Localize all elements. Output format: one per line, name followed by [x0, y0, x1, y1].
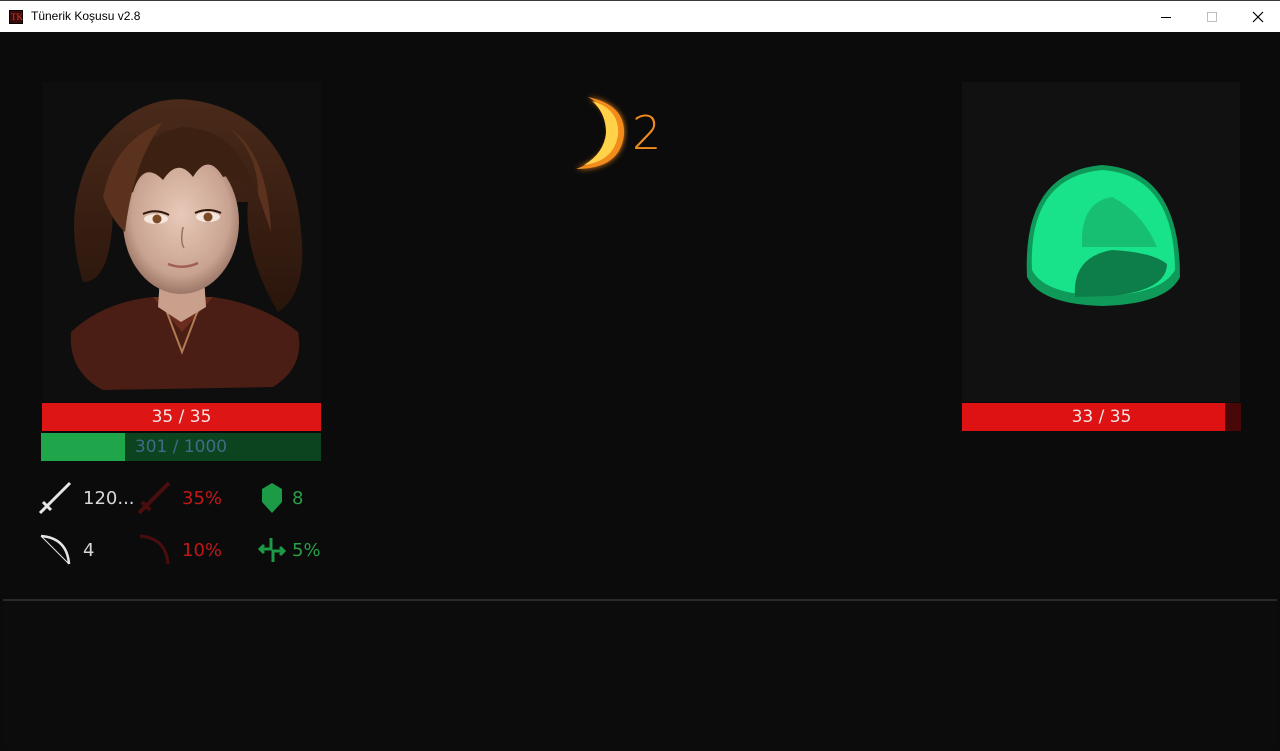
character-portrait-image: [70, 99, 303, 390]
stat-defense-value: 8: [292, 487, 304, 509]
game-area: 2 35 / 35 301 / 1000 33 / 35 120... 35% …: [3, 32, 1277, 750]
maximize-button[interactable]: [1189, 1, 1235, 32]
window-title: Tünerik Koşusu v2.8: [31, 9, 141, 23]
maximize-icon: [1207, 11, 1217, 22]
bow-icon: [37, 532, 73, 568]
minimize-button[interactable]: [1143, 1, 1189, 32]
stat-dodge: 5%: [254, 532, 321, 568]
player-health-bar: 35 / 35: [42, 403, 321, 431]
close-icon: [1252, 11, 1264, 22]
stat-dodge-value: 5%: [292, 539, 321, 561]
turn-indicator: 2: [568, 88, 661, 178]
red-sword-icon: [136, 480, 172, 516]
sword-icon: [37, 480, 73, 516]
stat-crit-chance: 35%: [136, 480, 222, 516]
player-portrait: [43, 82, 321, 402]
enemy-portrait: [962, 82, 1240, 402]
stat-attack: 120...: [37, 480, 135, 516]
stat-ranged-value: 4: [83, 539, 95, 561]
turn-count: 2: [632, 106, 662, 160]
stat-defense: 8: [254, 480, 303, 516]
player-experience-bar: 301 / 1000: [41, 433, 321, 461]
stat-crit-chance-value: 35%: [182, 487, 223, 509]
app-icon: TK: [9, 10, 23, 24]
dodge-arrows-icon: [254, 532, 290, 568]
stat-attack-value: 120...: [83, 487, 135, 509]
minimize-icon: [1161, 16, 1171, 18]
combat-log-panel: [3, 601, 1277, 750]
player-experience-text: 301 / 1000: [134, 437, 228, 457]
shield-icon: [254, 480, 290, 516]
stat-ranged-crit-value: 10%: [182, 539, 223, 561]
slime-enemy-image: [1026, 165, 1180, 306]
close-button[interactable]: [1235, 1, 1280, 32]
window-titlebar: TK Tünerik Koşusu v2.8: [0, 0, 1280, 32]
enemy-health-bar: 33 / 35: [962, 403, 1241, 431]
stat-ranged: 4: [37, 532, 94, 568]
red-bow-icon: [136, 532, 172, 568]
enemy-health-text: 33 / 35: [1071, 407, 1132, 427]
stat-ranged-crit: 10%: [136, 532, 222, 568]
moon-icon: [576, 97, 625, 169]
app-icon-label: TK: [11, 12, 23, 22]
player-health-text: 35 / 35: [151, 407, 212, 427]
